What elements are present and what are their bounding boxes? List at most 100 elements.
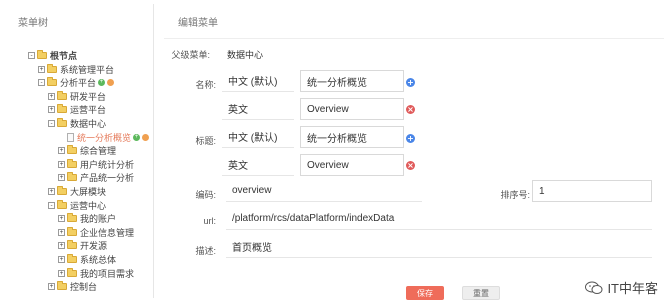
tree-node[interactable]: + 系统管理平台 bbox=[38, 63, 115, 75]
edit-menu-panel: 编辑菜单 父级菜单: 数据中心 名称: 中文 (默认) 统一分析概览 + 英文 … bbox=[164, 4, 664, 300]
tree-node-label: 企业信息管理 bbox=[80, 227, 135, 238]
expand-icon[interactable]: + bbox=[48, 283, 55, 291]
expand-icon[interactable]: + bbox=[58, 269, 65, 277]
tree-node-label: 运营中心 bbox=[70, 200, 107, 211]
expand-icon bbox=[58, 133, 65, 141]
description-label: 描述: bbox=[195, 246, 216, 256]
tree-node[interactable]: + 开发源 bbox=[58, 240, 107, 251]
tree-node-label: 综合管理 bbox=[80, 146, 117, 157]
expand-icon[interactable]: + bbox=[58, 256, 65, 263]
delete-node-icon[interactable] bbox=[107, 79, 115, 87]
tree-node[interactable]: + 我的账户 bbox=[58, 213, 116, 224]
expand-icon[interactable]: + bbox=[38, 65, 45, 73]
folder-icon bbox=[57, 104, 67, 114]
folder-icon bbox=[47, 63, 57, 73]
tree-node[interactable]: - 分析平台 + bbox=[38, 77, 115, 89]
wechat-icon bbox=[585, 281, 603, 294]
name-delete-button[interactable]: × bbox=[406, 105, 415, 114]
collapse-icon[interactable]: - bbox=[28, 52, 35, 59]
expand-icon[interactable]: + bbox=[58, 215, 65, 223]
name-lang-zh: 中文 (默认) bbox=[222, 70, 294, 92]
tree-node[interactable]: 统一分析概览 + bbox=[58, 132, 150, 143]
expand-icon[interactable]: + bbox=[58, 174, 65, 182]
folder-icon bbox=[67, 226, 77, 236]
description-input[interactable]: 首页概览 bbox=[226, 236, 652, 258]
url-input[interactable]: /platform/rcs/dataPlatform/indexData bbox=[226, 208, 652, 230]
tree-node-label: 开发源 bbox=[80, 241, 108, 252]
title-zh-input[interactable]: 统一分析概览 bbox=[300, 126, 404, 148]
tree-node-label: 控制台 bbox=[70, 282, 98, 293]
menu-tree-title: 菜单树 bbox=[18, 18, 48, 29]
folder-icon bbox=[57, 90, 67, 100]
folder-icon bbox=[57, 118, 67, 127]
collapse-icon[interactable]: - bbox=[38, 79, 45, 87]
folder-icon bbox=[37, 50, 47, 59]
expand-icon[interactable]: + bbox=[48, 92, 55, 100]
tree-node[interactable]: + 控制台 bbox=[48, 281, 97, 292]
tree-node-label: 系统管理平台 bbox=[60, 64, 115, 75]
tree-node-label: 统一分析概览 bbox=[77, 132, 132, 143]
tree-node[interactable]: - 数据中心 bbox=[48, 118, 106, 129]
tree-node-label: 运营平台 bbox=[70, 105, 107, 116]
collapse-icon[interactable]: - bbox=[48, 120, 55, 127]
tree-node[interactable]: + 运营平台 bbox=[48, 104, 106, 115]
tree-node-label: 研发平台 bbox=[70, 91, 107, 102]
page-icon bbox=[67, 132, 74, 142]
add-node-icon[interactable]: + bbox=[133, 133, 141, 141]
parent-menu-label: 父级菜单: bbox=[171, 50, 210, 60]
tree-node[interactable]: - 运营中心 bbox=[48, 199, 107, 211]
tree-node-label: 数据中心 bbox=[70, 119, 107, 129]
folder-icon bbox=[67, 254, 77, 263]
folder-icon bbox=[57, 281, 67, 291]
tree-node-label: 我的项目需求 bbox=[80, 268, 135, 279]
delete-node-icon[interactable] bbox=[142, 133, 150, 141]
expand-icon[interactable]: + bbox=[58, 242, 65, 250]
name-en-input[interactable]: Overview bbox=[300, 98, 404, 120]
name-add-button[interactable]: + bbox=[406, 78, 415, 87]
tree-node-label: 根节点 bbox=[50, 51, 78, 61]
title-delete-button[interactable]: × bbox=[406, 161, 415, 170]
title-divider bbox=[164, 38, 664, 39]
menu-tree-panel: 菜单树 - 根节点 + 系统管理平台 - 分析平台 + + 研发平台 + 运营平台 - 数据中心 统一分析… bbox=[4, 4, 154, 298]
tree-node[interactable]: + 我的项目需求 bbox=[58, 267, 135, 279]
name-zh-input[interactable]: 统一分析概览 bbox=[300, 70, 404, 92]
folder-icon bbox=[67, 145, 77, 155]
tree-node-label: 产品统一分析 bbox=[80, 173, 135, 184]
reset-button[interactable]: 重置 bbox=[462, 286, 500, 300]
add-node-icon[interactable]: + bbox=[98, 79, 106, 87]
folder-icon bbox=[67, 267, 77, 277]
folder-icon bbox=[67, 158, 77, 168]
expand-icon[interactable]: + bbox=[48, 188, 55, 195]
tree-node[interactable]: - 根节点 bbox=[28, 50, 77, 61]
tree-node[interactable]: + 研发平台 bbox=[48, 90, 107, 102]
tree-node[interactable]: + 用户统计分析 bbox=[58, 158, 134, 170]
tree-node[interactable]: + 系统总体 bbox=[58, 254, 116, 265]
tree-node-label: 分析平台 bbox=[60, 78, 97, 89]
tree-node-label: 大屏模块 bbox=[70, 187, 107, 197]
name-lang-en: 英文 bbox=[222, 98, 294, 120]
tree-node[interactable]: + 产品统一分析 bbox=[58, 172, 134, 183]
sort-label: 排序号: bbox=[500, 190, 530, 200]
title-lang-zh: 中文 (默认) bbox=[222, 126, 294, 148]
folder-icon bbox=[67, 172, 77, 182]
code-input[interactable]: overview bbox=[226, 180, 422, 202]
edit-menu-title: 编辑菜单 bbox=[178, 18, 218, 29]
code-label: 编码: bbox=[195, 190, 216, 200]
tree-node[interactable]: + 企业信息管理 bbox=[58, 226, 135, 238]
name-label: 名称: bbox=[195, 80, 216, 90]
tree-node[interactable]: + 大屏模块 bbox=[48, 186, 106, 197]
title-en-input[interactable]: Overview bbox=[300, 154, 404, 176]
tree-node[interactable]: + 综合管理 bbox=[58, 145, 116, 156]
collapse-icon[interactable]: - bbox=[48, 201, 55, 209]
tree-node-label: 系统总体 bbox=[80, 255, 117, 265]
expand-icon[interactable]: + bbox=[58, 147, 65, 155]
parent-menu-value: 数据中心 bbox=[227, 50, 264, 60]
expand-icon[interactable]: + bbox=[58, 160, 65, 168]
folder-icon bbox=[57, 199, 67, 209]
expand-icon[interactable]: + bbox=[48, 106, 55, 114]
folder-icon bbox=[67, 240, 77, 250]
title-add-button[interactable]: + bbox=[406, 134, 415, 143]
sort-input[interactable]: 1 bbox=[532, 180, 652, 202]
save-button[interactable]: 保存 bbox=[406, 286, 444, 300]
expand-icon[interactable]: + bbox=[58, 228, 65, 236]
